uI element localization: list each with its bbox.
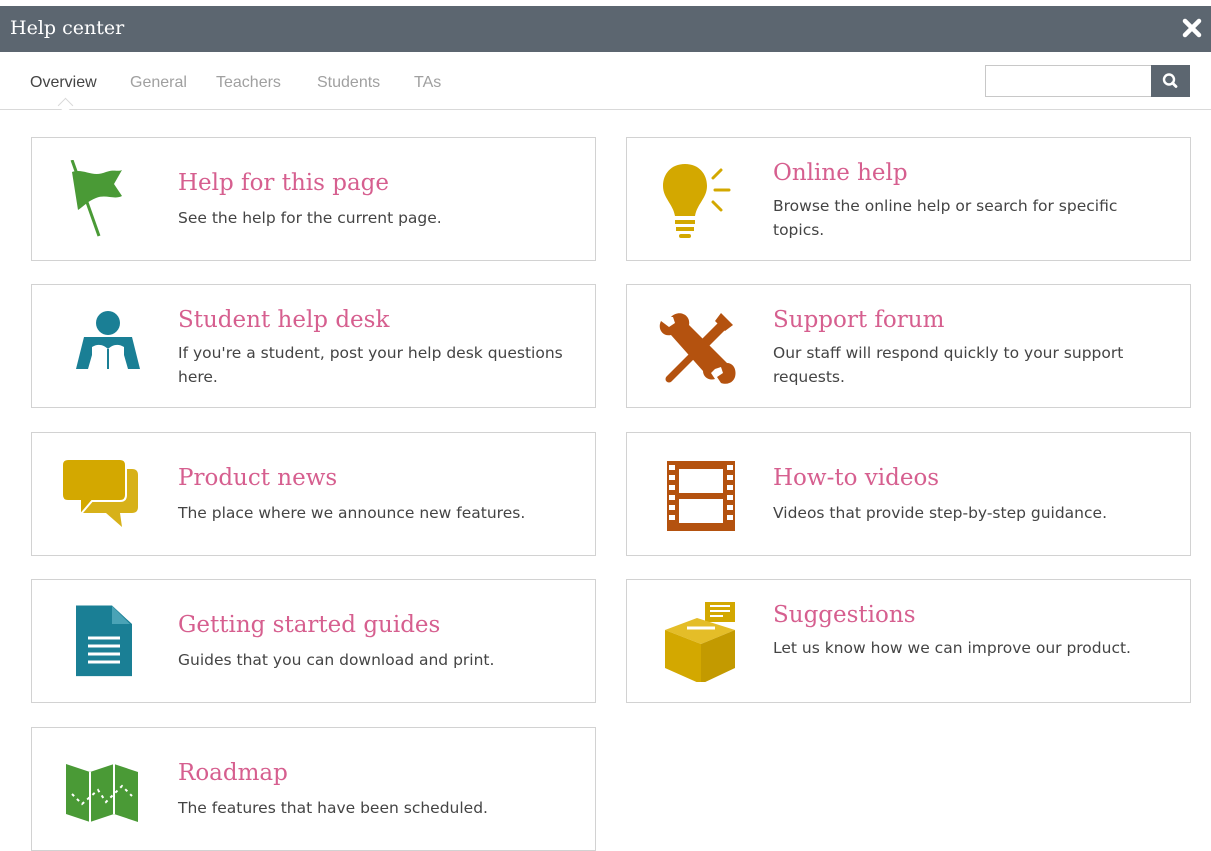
flag-icon (62, 159, 142, 240)
card-title: Product news (178, 465, 338, 491)
card-description: If you're a student, post your help desk… (178, 344, 563, 386)
search-button[interactable] (1151, 65, 1190, 97)
active-tab-indicator (57, 97, 74, 114)
tab-overview[interactable]: Overview (30, 74, 97, 92)
student-reading-icon (62, 307, 142, 387)
card-getting-started-guides[interactable]: Getting started guides Guides that you c… (31, 579, 596, 703)
tab-bar: Overview General Teachers Students TAs (0, 52, 1211, 114)
tab-general[interactable]: General (130, 74, 187, 92)
document-icon (62, 602, 142, 682)
card-title: Support forum (773, 307, 945, 333)
card-title: Suggestions (773, 602, 916, 628)
title-bar: Help center (0, 6, 1211, 52)
card-title: Roadmap (178, 760, 288, 786)
card-student-help-desk[interactable]: Student help desk If you're a student, p… (31, 284, 596, 408)
card-product-news[interactable]: Product news The place where we announce… (31, 432, 596, 556)
map-icon (62, 750, 142, 830)
card-title: How-to videos (773, 465, 940, 491)
search-input[interactable] (985, 65, 1151, 97)
card-roadmap[interactable]: Roadmap The features that have been sche… (31, 727, 596, 851)
card-description: Videos that provide step-by-step guidanc… (773, 504, 1107, 522)
close-icon[interactable] (1181, 16, 1203, 40)
speech-bubbles-icon (61, 455, 142, 535)
tab-tas[interactable]: TAs (414, 74, 441, 92)
card-description: Guides that you can download and print. (178, 651, 495, 669)
card-support-forum[interactable]: Support forum Our staff will respond qui… (626, 284, 1191, 408)
card-online-help[interactable]: Online help Browse the online help or se… (626, 137, 1191, 261)
card-description: The features that have been scheduled. (178, 799, 488, 817)
tab-teachers[interactable]: Teachers (216, 74, 281, 92)
window-title: Help center (10, 17, 125, 39)
lightbulb-icon (657, 160, 737, 240)
film-strip-icon (657, 455, 737, 535)
card-how-to-videos[interactable]: How-to videos Videos that provide step-b… (626, 432, 1191, 556)
search-box (985, 65, 1190, 97)
card-description: Browse the online help or search for spe… (773, 197, 1118, 239)
card-title: Help for this page (178, 170, 390, 196)
card-description: Our staff will respond quickly to your s… (773, 344, 1124, 386)
suggestion-box-icon (657, 600, 737, 684)
card-description: Let us know how we can improve our produ… (773, 639, 1131, 657)
tab-students[interactable]: Students (317, 74, 380, 92)
card-title: Getting started guides (178, 612, 441, 638)
search-icon (1162, 73, 1178, 88)
card-description: See the help for the current page. (178, 209, 442, 227)
card-title: Online help (773, 160, 908, 186)
card-description: The place where we announce new features… (178, 504, 526, 522)
card-title: Student help desk (178, 307, 390, 333)
card-suggestions[interactable]: Suggestions Let us know how we can impro… (626, 579, 1191, 703)
tools-icon (657, 307, 737, 387)
card-help-for-this-page[interactable]: Help for this page See the help for the … (31, 137, 596, 261)
